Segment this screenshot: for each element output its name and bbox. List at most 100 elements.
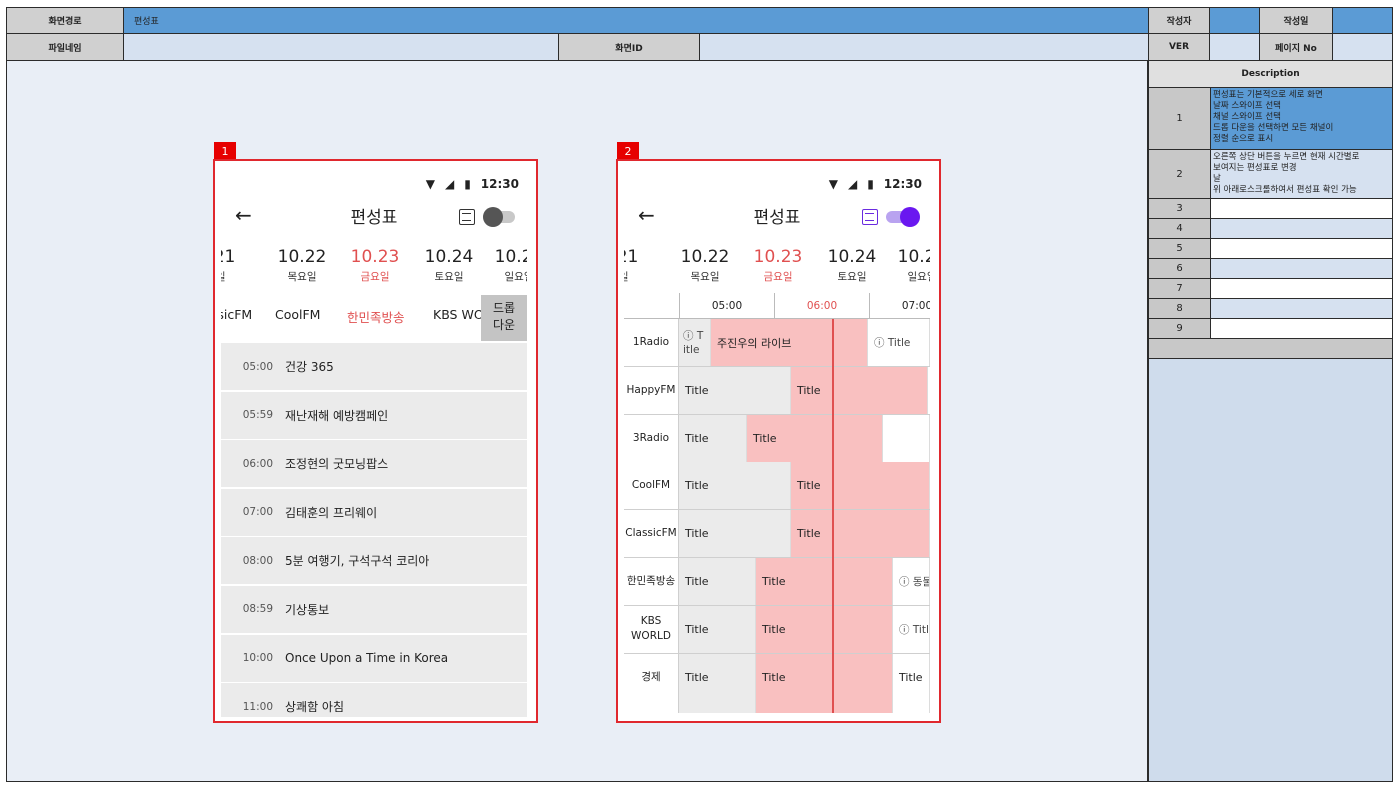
- date-day: 10.23: [753, 247, 803, 267]
- program-cell[interactable]: [833, 319, 868, 366]
- list-view-icon[interactable]: [862, 209, 878, 225]
- program-cell[interactable]: Title: [679, 462, 791, 510]
- program-cell[interactable]: ⓘ Title: [893, 605, 930, 653]
- program-cell[interactable]: [756, 701, 893, 713]
- file-label: 파일네임: [6, 33, 124, 61]
- description-row: 6: [1149, 259, 1392, 279]
- timetable-header: 05:00 06:00 07:00: [624, 293, 930, 319]
- date-item[interactable]: 10.22 목요일: [665, 247, 745, 284]
- date-item[interactable]: 10.21 수요일: [624, 247, 654, 284]
- timetable-row: TitleTitleⓘ TitleKBS WORLD: [624, 605, 930, 654]
- date-item-selected[interactable]: 10.23 금요일: [738, 247, 818, 284]
- program-cell[interactable]: [883, 414, 930, 462]
- program-cell[interactable]: ⓘ T itle: [679, 319, 711, 366]
- program-name: 기상통보: [285, 602, 330, 617]
- program-row[interactable]: 07:00 김태훈의 프리웨이: [221, 488, 527, 536]
- date-item[interactable]: 10.25 일요일: [479, 247, 527, 284]
- description-row-text: 오른쪽 상단 버튼을 누르면 현재 시간별로 보여지는 편성표로 변경 날 위 …: [1211, 150, 1392, 198]
- channel-tab[interactable]: CoolFM: [275, 307, 320, 322]
- author-value: [1209, 7, 1260, 34]
- program-row[interactable]: 06:00 조정현의 굿모닝팝스: [221, 440, 527, 488]
- program-cell[interactable]: [679, 701, 756, 713]
- design-canvas: [6, 60, 1148, 782]
- screen-1: ▼ ◢ ▮ 12:30 편성표 ← 10.21 수요일 10.22 목요일 10.23 금…: [221, 167, 527, 717]
- description-row: 2 오른쪽 상단 버튼을 누르면 현재 시간별로 보여지는 편성표로 변경 날 위…: [1149, 150, 1392, 199]
- program-cell[interactable]: Title: [679, 510, 791, 558]
- description-row-text: [1211, 279, 1392, 298]
- date-strip[interactable]: 10.21 수요일 10.22 목요일 10.23 금요일 10.24 토요일 10.25 일요일: [624, 247, 930, 287]
- program-cell[interactable]: Title: [756, 653, 893, 701]
- program-cell[interactable]: ⓘ 동물: [893, 558, 930, 605]
- timetable-grid[interactable]: 05:00 06:00 07:00 ⓘ T itle 주진우의 라이브 ⓘ Title 1R…: [624, 293, 930, 713]
- date-item[interactable]: 10.24 토요일: [812, 247, 892, 284]
- list-view-icon[interactable]: [459, 209, 475, 225]
- program-row[interactable]: 08:59 기상통보: [221, 585, 527, 633]
- program-cell[interactable]: Title: [679, 653, 756, 701]
- description-row-text: [1211, 319, 1392, 338]
- status-bar: ▼ ◢ ▮ 12:30: [829, 177, 922, 191]
- screen-id-label: 화면ID: [558, 33, 700, 61]
- program-time: 08:59: [242, 603, 273, 616]
- program-row[interactable]: 11:00 상쾌함 아침: [221, 683, 527, 717]
- channel-tab[interactable]: ClassicFM: [221, 307, 252, 322]
- date-day: 10.25: [897, 247, 930, 267]
- description-row-number: 7: [1149, 279, 1211, 298]
- program-cell[interactable]: Title: [791, 510, 930, 558]
- date-item[interactable]: 10.25 일요일: [882, 247, 930, 284]
- timetable-row: Title Title ClassicFM: [624, 510, 930, 558]
- program-cell[interactable]: Title: [756, 558, 893, 605]
- program-cell[interactable]: Title: [747, 414, 883, 462]
- description-panel: Description 1 편성표는 기본적으로 세로 화면 날짜 스와이프 선택…: [1148, 60, 1393, 782]
- program-cell[interactable]: Title: [679, 366, 791, 414]
- page-title: 편성표: [350, 208, 398, 228]
- date-item[interactable]: 10.22 목요일: [262, 247, 342, 284]
- date-day: 10.22: [277, 247, 327, 267]
- description-row-text: [1211, 239, 1392, 258]
- description-row-number: 6: [1149, 259, 1211, 278]
- date-day: 10.23: [350, 247, 400, 267]
- wifi-icon: ▼: [828, 177, 838, 191]
- program-cell[interactable]: ⓘ Title: [868, 319, 930, 366]
- timetable-row: [624, 701, 930, 713]
- date-item[interactable]: 10.21 수요일: [221, 247, 251, 284]
- view-toggle[interactable]: [483, 207, 515, 227]
- back-arrow-icon[interactable]: ←: [235, 203, 252, 227]
- program-cell[interactable]: Title: [679, 605, 756, 653]
- description-row-text: 편성표는 기본적으로 세로 화면 날짜 스와이프 선택 채널 스와이프 선택 드…: [1211, 88, 1392, 149]
- program-row[interactable]: 05:59 재난재해 예방캠페인: [221, 391, 527, 439]
- program-cell[interactable]: Title: [679, 558, 756, 605]
- date-item[interactable]: 10.24 토요일: [409, 247, 489, 284]
- program-row[interactable]: 10:00 Once Upon a Time in Korea: [221, 634, 527, 682]
- program-cell[interactable]: [893, 701, 930, 713]
- signal-icon: ◢: [444, 177, 455, 191]
- back-arrow-icon[interactable]: ←: [638, 203, 655, 227]
- program-cell[interactable]: Title: [679, 414, 747, 462]
- description-row-number: 2: [1149, 150, 1211, 198]
- channel-tab-selected[interactable]: 한민족방송: [347, 307, 405, 326]
- program-name: 5분 여행기, 구석구석 코리아: [285, 554, 430, 569]
- channel-label: 1Radio: [624, 319, 679, 366]
- date-strip[interactable]: 10.21 수요일 10.22 목요일 10.23 금요일 10.24 토요일 10.25 일요일: [221, 247, 527, 287]
- date-item-selected[interactable]: 10.23 금요일: [335, 247, 415, 284]
- program-row[interactable]: 08:00 5분 여행기, 구석구석 코리아: [221, 537, 527, 585]
- program-cell[interactable]: Title: [756, 605, 893, 653]
- program-cell[interactable]: [928, 366, 930, 414]
- description-row-text: [1211, 259, 1392, 278]
- program-cell[interactable]: Title: [791, 366, 928, 414]
- program-row[interactable]: 05:00 건강 365: [221, 343, 527, 390]
- channel-strip[interactable]: ClassicFM CoolFM 한민족방송 KBS WORLD 드롭 다운: [221, 293, 527, 341]
- description-row-number: 1: [1149, 88, 1211, 149]
- description-row-number: 3: [1149, 199, 1211, 218]
- description-row: 3: [1149, 199, 1392, 219]
- screen-1-badge: 1: [214, 142, 236, 160]
- dropdown-button[interactable]: 드롭 다운: [481, 295, 527, 341]
- description-row-number: 8: [1149, 299, 1211, 318]
- program-cell[interactable]: 주진우의 라이브: [711, 319, 833, 366]
- view-toggle[interactable]: [886, 207, 920, 227]
- channel-label: 한민족방송: [624, 558, 679, 605]
- program-cell[interactable]: Title: [893, 653, 930, 701]
- timetable-row: Title Title Title 경제: [624, 653, 930, 702]
- file-value: [123, 33, 559, 61]
- screen-2: ▼ ◢ ▮ 12:30 편성표 ← 10.21 수요일 10.22 목요일 10.23 금…: [624, 167, 930, 717]
- program-cell[interactable]: Title: [791, 462, 930, 510]
